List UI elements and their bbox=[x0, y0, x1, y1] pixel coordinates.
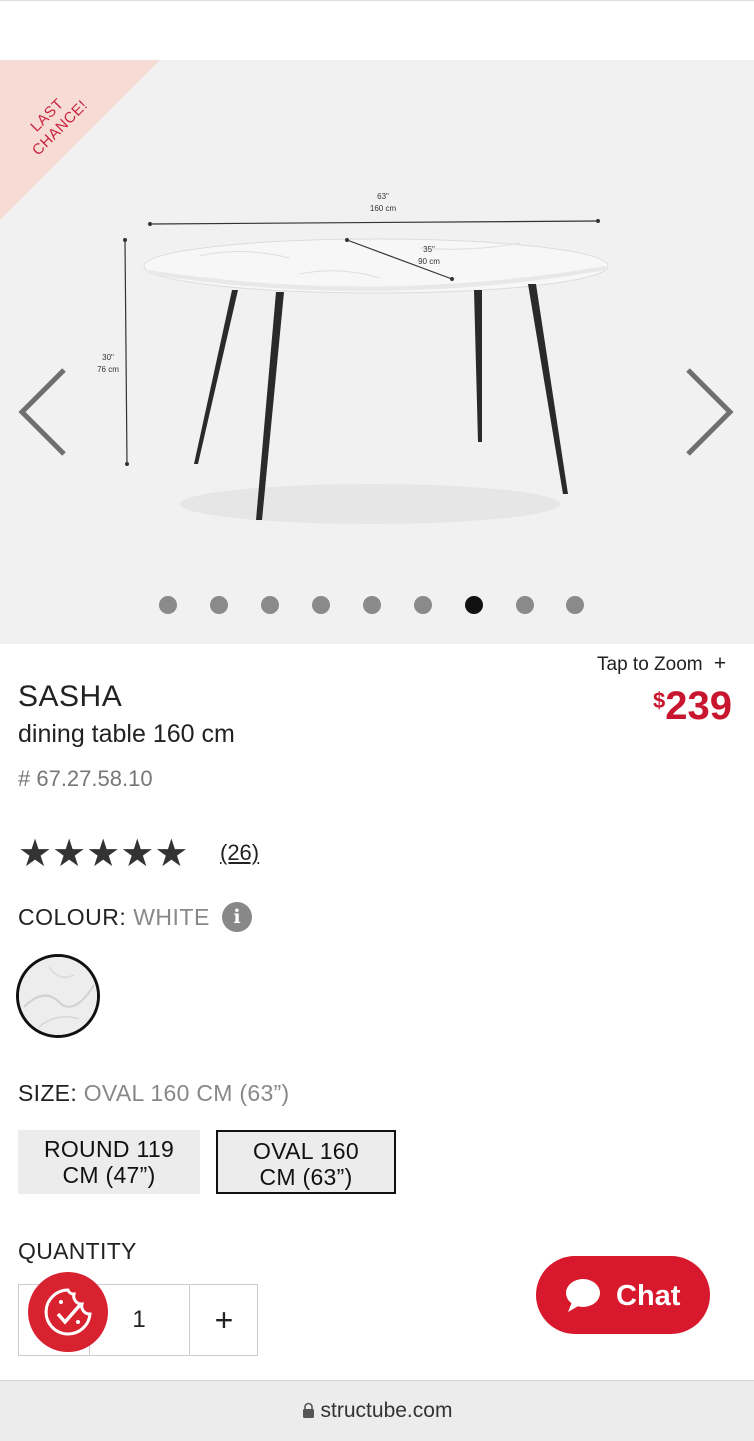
product-subtitle: dining table 160 cm bbox=[18, 720, 235, 748]
dim-depth-in: 35" bbox=[423, 245, 435, 254]
tap-to-zoom-label: Tap to Zoom bbox=[597, 654, 703, 675]
cookie-icon bbox=[44, 1288, 92, 1336]
colour-swatch-white[interactable] bbox=[16, 954, 100, 1038]
carousel-dot[interactable] bbox=[159, 596, 177, 614]
dim-length-in: 63" bbox=[377, 192, 389, 201]
price-amount: 239 bbox=[665, 684, 732, 728]
carousel-dot[interactable] bbox=[566, 596, 584, 614]
carousel-dot[interactable] bbox=[210, 596, 228, 614]
rating-stars[interactable]: ★★★★★ bbox=[18, 834, 188, 874]
chat-label: Chat bbox=[616, 1280, 681, 1312]
plus-icon: + bbox=[713, 652, 727, 675]
product-sku: # 67.27.58.10 bbox=[18, 766, 153, 791]
chevron-right-icon bbox=[686, 368, 734, 456]
product-price: $239 bbox=[653, 684, 732, 729]
size-option-line: CM (47”) bbox=[62, 1162, 156, 1188]
product-image-gallery[interactable]: LAST CHANCE! 63" 160 cm 35" 90 cm 30" 76… bbox=[0, 60, 754, 644]
star-icon: ★ bbox=[18, 833, 53, 875]
cookie-consent-button[interactable] bbox=[28, 1272, 108, 1352]
product-image[interactable]: 63" 160 cm 35" 90 cm 30" 76 cm bbox=[0, 60, 754, 644]
chevron-left-icon bbox=[18, 368, 66, 456]
previous-image-button[interactable] bbox=[12, 366, 72, 462]
size-option-oval-160[interactable]: OVAL 160 CM (63”) bbox=[216, 1130, 396, 1194]
size-value: OVAL 160 CM (63”) bbox=[83, 1080, 290, 1106]
dim-length-cm: 160 cm bbox=[370, 204, 397, 213]
size-label-text: SIZE: bbox=[18, 1080, 78, 1106]
colour-label-text: COLOUR: bbox=[18, 904, 127, 930]
colour-label: COLOUR: WHITE bbox=[18, 904, 210, 931]
carousel-dot[interactable] bbox=[312, 596, 330, 614]
dim-depth-cm: 90 cm bbox=[418, 257, 440, 266]
dim-height-cm: 76 cm bbox=[97, 365, 119, 374]
lock-icon bbox=[302, 1402, 314, 1418]
colour-value: WHITE bbox=[133, 904, 210, 930]
carousel-dot-active[interactable] bbox=[465, 596, 483, 614]
quantity-increment-button[interactable]: + bbox=[189, 1285, 258, 1355]
carousel-dots bbox=[0, 596, 754, 616]
carousel-dot[interactable] bbox=[516, 596, 534, 614]
carousel-dot[interactable] bbox=[363, 596, 381, 614]
next-image-button[interactable] bbox=[680, 366, 740, 462]
carousel-dot[interactable] bbox=[261, 596, 279, 614]
url-text: structube.com bbox=[320, 1399, 453, 1422]
star-icon: ★ bbox=[120, 833, 155, 875]
size-label: SIZE: OVAL 160 CM (63”) bbox=[18, 1080, 290, 1107]
size-option-line: OVAL 160 bbox=[253, 1138, 359, 1164]
price-currency: $ bbox=[653, 688, 666, 713]
info-icon[interactable]: i bbox=[222, 902, 252, 932]
tap-to-zoom-button[interactable]: Tap to Zoom + bbox=[597, 652, 726, 676]
size-option-line: ROUND 119 bbox=[43, 1136, 175, 1162]
marble-swatch-icon bbox=[19, 957, 97, 1035]
star-icon: ★ bbox=[86, 833, 121, 875]
dim-height-in: 30" bbox=[102, 353, 114, 362]
star-icon: ★ bbox=[52, 833, 87, 875]
reviews-link[interactable]: (26) bbox=[220, 840, 259, 866]
chat-bubble-icon bbox=[566, 1279, 600, 1312]
star-icon: ★ bbox=[154, 833, 189, 875]
product-name: SASHA bbox=[18, 680, 123, 713]
carousel-dot[interactable] bbox=[414, 596, 432, 614]
url-display[interactable]: structube.com bbox=[0, 1399, 754, 1423]
size-option-round-119[interactable]: ROUND 119 CM (47”) bbox=[18, 1130, 200, 1194]
browser-url-bar[interactable]: structube.com bbox=[0, 1380, 754, 1441]
size-option-line: CM (63”) bbox=[259, 1164, 353, 1190]
quantity-label: QUANTITY bbox=[18, 1238, 137, 1264]
chat-button[interactable]: Chat bbox=[536, 1256, 710, 1334]
top-bar bbox=[0, 0, 754, 61]
